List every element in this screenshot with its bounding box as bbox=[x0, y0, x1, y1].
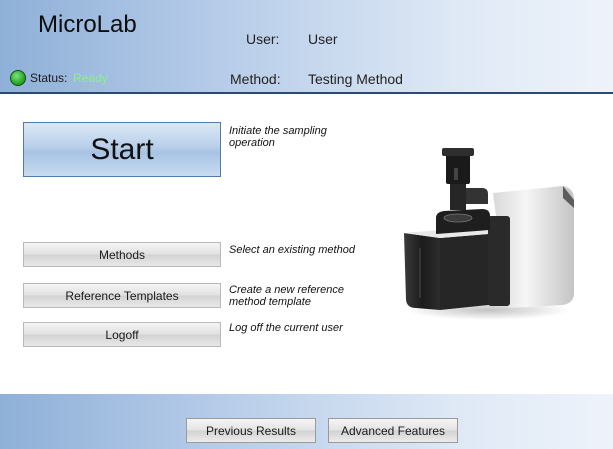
methods-description: Select an existing method bbox=[229, 244, 355, 256]
advanced-features-button[interactable]: Advanced Features bbox=[328, 418, 458, 443]
method-label: Method: bbox=[230, 71, 281, 87]
reference-templates-button[interactable]: Reference Templates bbox=[23, 283, 221, 308]
reference-templates-description: Create a new reference method template bbox=[229, 284, 344, 308]
logoff-description: Log off the current user bbox=[229, 322, 343, 334]
app-title: MicroLab bbox=[38, 11, 137, 38]
status-value: Ready bbox=[73, 71, 108, 85]
status-indicator-icon bbox=[10, 70, 26, 86]
user-value: User bbox=[308, 31, 338, 47]
method-value: Testing Method bbox=[308, 71, 403, 87]
logoff-button[interactable]: Logoff bbox=[23, 322, 221, 347]
start-description: Initiate the sampling operation bbox=[229, 125, 327, 149]
spectrometer-device-image bbox=[404, 148, 574, 320]
user-label: User: bbox=[246, 31, 280, 47]
methods-button[interactable]: Methods bbox=[23, 242, 221, 267]
status-label: Status: bbox=[30, 71, 68, 85]
start-button[interactable]: Start bbox=[23, 122, 221, 177]
previous-results-button[interactable]: Previous Results bbox=[186, 418, 316, 443]
header-bar: MicroLab User: User Method: Testing Meth… bbox=[0, 0, 613, 94]
